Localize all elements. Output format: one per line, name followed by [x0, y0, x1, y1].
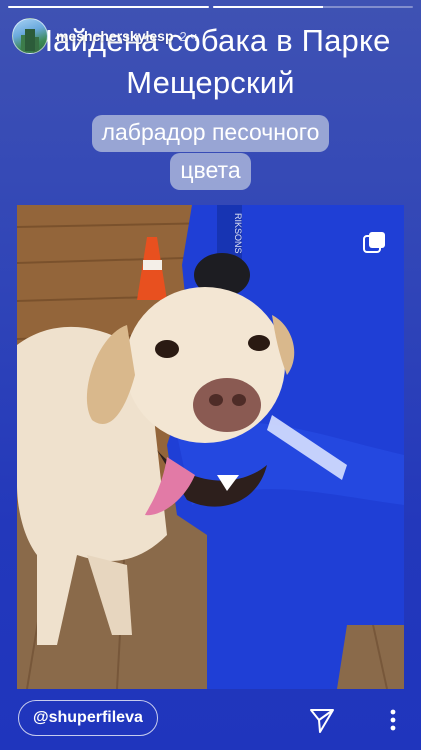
story-progress	[8, 6, 413, 8]
more-icon[interactable]	[383, 706, 403, 734]
multiple-photos-icon	[363, 232, 385, 253]
username[interactable]: meshcherskylesp	[56, 28, 174, 44]
mention-text[interactable]: @shuperfileva	[33, 709, 143, 727]
story-subtitle: лабрадор песочного цвета	[0, 115, 421, 190]
progress-fill-2	[212, 6, 323, 8]
story-footer: @shuperfileva	[0, 700, 421, 740]
subtitle-line-2: цвета	[170, 153, 251, 190]
post-time: 2 ч	[179, 28, 198, 44]
story-header[interactable]: meshcherskylesp 2 ч	[12, 18, 197, 54]
progress-segment-1	[8, 6, 209, 8]
avatar[interactable]	[12, 18, 48, 54]
send-icon[interactable]	[308, 706, 336, 734]
dog-photo-illustration: RIKSONS	[17, 205, 404, 689]
dog-photo: RIKSONS	[17, 205, 404, 689]
instagram-story: meshcherskylesp 2 ч Найдена собака в Пар…	[0, 0, 421, 750]
subtitle-line-1: лабрадор песочного	[91, 115, 330, 152]
svg-text:RIKSONS: RIKSONS	[233, 213, 243, 254]
mention-sticker[interactable]: @shuperfileva	[18, 700, 158, 736]
progress-segment-2	[212, 6, 413, 8]
progress-fill-1	[8, 6, 209, 8]
